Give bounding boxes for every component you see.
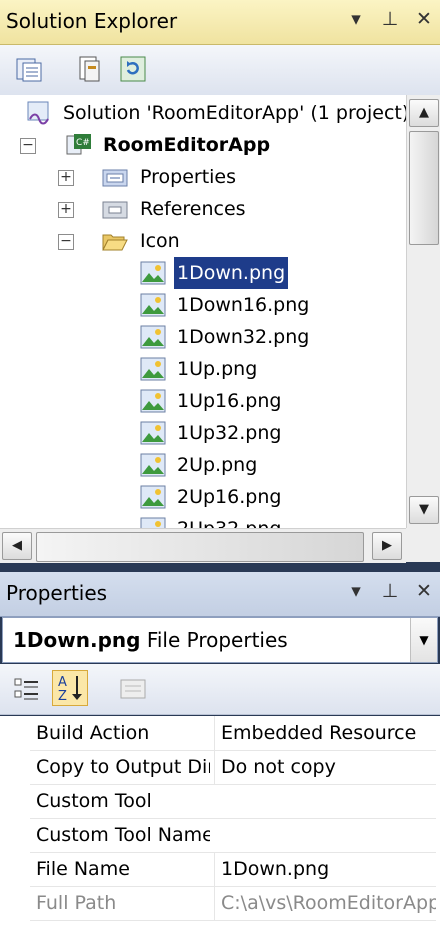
tree-file-item[interactable]: 2Up.png xyxy=(0,449,406,481)
property-row[interactable]: File Name 1Down.png xyxy=(30,852,436,887)
object-type: File Properties xyxy=(146,628,288,652)
property-row[interactable]: Custom Tool xyxy=(30,784,436,819)
svg-text:Z: Z xyxy=(58,689,67,704)
image-file-icon xyxy=(140,421,166,445)
properties-expand-toggle[interactable]: + xyxy=(58,170,74,186)
icon-folder-label: Icon xyxy=(140,230,180,252)
tree-file-item[interactable]: 2Up16.png xyxy=(0,481,406,513)
solution-explorer-title: Solution Explorer xyxy=(6,9,178,33)
tree-file-item[interactable]: 1Up.png xyxy=(0,353,406,385)
image-file-icon xyxy=(140,261,166,285)
properties-header: Properties ▾ ⊥ ✕ xyxy=(0,572,440,617)
solution-explorer-header: Solution Explorer ▾ ⊥ ✕ xyxy=(0,0,440,45)
alphabetical-icon[interactable]: A Z xyxy=(52,670,88,706)
image-file-icon xyxy=(140,453,166,477)
project-label: RoomEditorApp xyxy=(103,134,271,156)
tree-file-item[interactable]: 1Down32.png xyxy=(0,321,406,353)
tree-file-item[interactable]: 1Down16.png xyxy=(0,289,406,321)
icon-folder-collapse-toggle[interactable]: − xyxy=(58,234,74,250)
property-name: File Name xyxy=(36,858,130,880)
image-file-icon xyxy=(140,357,166,381)
tree-file-item[interactable]: 2Up32.png xyxy=(0,513,406,528)
solution-icon xyxy=(27,101,49,125)
vertical-scroll-thumb[interactable] xyxy=(409,131,439,245)
tree-file-item[interactable]: 1Up32.png xyxy=(0,417,406,449)
tree-item-references[interactable]: + References xyxy=(0,193,406,225)
properties-icon[interactable] xyxy=(74,54,104,84)
solution-tree: Solution 'RoomEditorApp' (1 project) − C… xyxy=(0,95,406,528)
scroll-up-button[interactable]: ▲ xyxy=(409,99,439,127)
object-selector-text: 1Down.png File Properties xyxy=(13,628,288,652)
solution-label: Solution 'RoomEditorApp' (1 project) xyxy=(63,102,406,124)
tree-item-properties[interactable]: + Properties xyxy=(0,161,406,193)
close-icon[interactable]: ✕ xyxy=(414,8,434,30)
refresh-icon[interactable] xyxy=(118,54,148,84)
references-expand-toggle[interactable]: + xyxy=(58,202,74,218)
scroll-left-button[interactable]: ◀ xyxy=(2,532,32,560)
file-label: 1Up32.png xyxy=(177,422,282,444)
property-grid: Build Action Embedded Resource Copy to Out… xyxy=(0,716,440,930)
tree-horizontal-scrollbar[interactable]: ◀ ▶ xyxy=(0,528,406,563)
properties-window-position-dropdown[interactable]: ▾ xyxy=(346,580,366,602)
object-name: 1Down.png xyxy=(13,628,141,652)
tree-project-node[interactable]: − C# RoomEditorApp xyxy=(0,129,406,161)
tree-vertical-scrollbar[interactable]: ▲ ▼ xyxy=(406,95,440,528)
property-name: Custom Tool Namespace xyxy=(36,824,210,846)
image-file-icon xyxy=(140,517,166,528)
open-folder-icon xyxy=(102,234,128,251)
scroll-right-button[interactable]: ▶ xyxy=(372,532,402,560)
tree-solution-node[interactable]: Solution 'RoomEditorApp' (1 project) xyxy=(0,97,406,129)
project-collapse-toggle[interactable]: − xyxy=(20,138,36,154)
csharp-project-icon: C# xyxy=(66,134,91,155)
scrollbar-corner xyxy=(406,528,440,562)
file-label: 1Up.png xyxy=(177,358,258,380)
properties-pin-icon[interactable]: ⊥ xyxy=(380,580,400,602)
tree-file-item[interactable]: 1Up16.png xyxy=(0,385,406,417)
categorized-icon[interactable] xyxy=(12,674,42,704)
pin-icon[interactable]: ⊥ xyxy=(380,8,400,30)
svg-text:C#: C# xyxy=(76,138,90,148)
object-selector-dropdown[interactable]: 1Down.png File Properties ▼ xyxy=(2,617,438,663)
image-file-icon xyxy=(140,293,166,317)
property-value[interactable]: 1Down.png xyxy=(214,852,436,886)
image-file-icon xyxy=(140,325,166,349)
properties-toolbar: A Z xyxy=(0,664,440,715)
property-name: Build Action xyxy=(36,722,150,744)
file-label: 2Up16.png xyxy=(177,486,282,508)
window-position-dropdown[interactable]: ▾ xyxy=(346,8,366,30)
svg-text:A: A xyxy=(58,675,67,690)
property-row[interactable]: Copy to Output DirectoryDo not copy xyxy=(30,750,436,785)
file-label: 2Up32.png xyxy=(174,513,284,528)
property-name: Custom Tool xyxy=(36,790,152,812)
scroll-down-button[interactable]: ▼ xyxy=(409,496,439,524)
property-name: Full Path xyxy=(36,892,117,914)
properties-folder-icon xyxy=(102,169,128,187)
property-row[interactable]: Custom Tool Namespace xyxy=(30,818,436,853)
horizontal-scroll-thumb[interactable] xyxy=(36,532,364,562)
properties-node-label: Properties xyxy=(140,166,237,188)
property-name: Copy to Output Directory xyxy=(36,756,210,778)
references-node-label: References xyxy=(140,198,246,220)
image-file-icon xyxy=(140,389,166,413)
property-value[interactable]: Do not copy xyxy=(214,750,436,784)
property-pages-icon[interactable] xyxy=(118,674,148,704)
show-all-files-icon[interactable] xyxy=(14,54,44,84)
solution-explorer-toolbar xyxy=(0,45,440,96)
file-label: 1Down32.png xyxy=(177,326,310,348)
file-label: 1Down.png xyxy=(174,257,289,289)
file-label: 1Up16.png xyxy=(177,390,282,412)
references-folder-icon xyxy=(102,201,128,219)
chevron-down-icon[interactable]: ▼ xyxy=(410,618,437,662)
tree-file-item-selected[interactable]: 1Down.png xyxy=(0,257,406,289)
property-row[interactable]: Full Path C:\a\vs\RoomEditorApp xyxy=(30,886,436,921)
properties-title: Properties xyxy=(6,581,108,605)
properties-close-icon[interactable]: ✕ xyxy=(414,580,434,602)
file-label: 2Up.png xyxy=(177,454,258,476)
property-value: C:\a\vs\RoomEditorApp xyxy=(214,886,436,920)
file-label: 1Down16.png xyxy=(177,294,310,316)
property-value[interactable]: Embedded Resource xyxy=(214,716,436,750)
property-row[interactable]: Build Action Embedded Resource xyxy=(30,716,436,751)
tree-item-icon-folder[interactable]: − Icon xyxy=(0,225,406,257)
image-file-icon xyxy=(140,485,166,509)
